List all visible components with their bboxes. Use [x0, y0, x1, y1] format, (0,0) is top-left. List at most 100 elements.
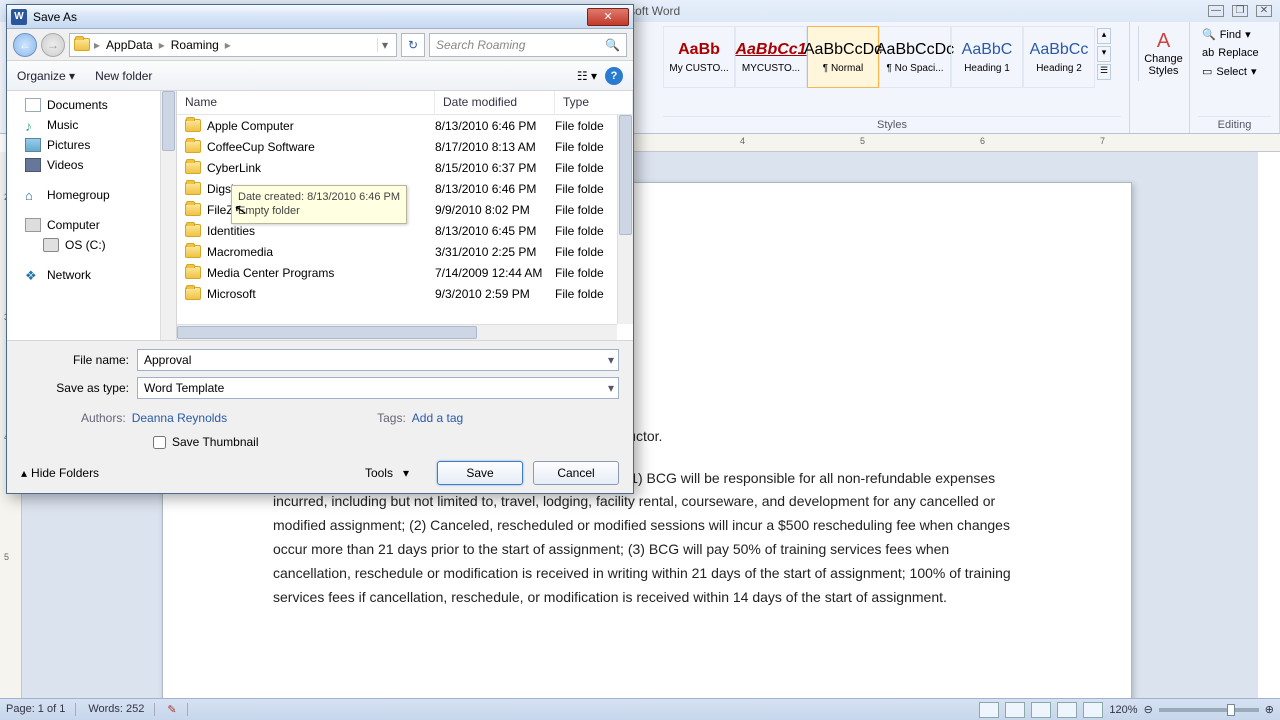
status-page[interactable]: Page: 1 of 1 [6, 703, 76, 716]
tree-item[interactable]: ♪Music [7, 115, 176, 135]
file-row[interactable]: CyberLink8/15/2010 6:37 PMFile folde [177, 157, 633, 178]
address-dropdown[interactable]: ▾ [377, 38, 392, 52]
refresh-button[interactable]: ↻ [401, 33, 425, 57]
folder-icon [74, 38, 90, 51]
editing-group-label: Editing [1198, 116, 1271, 131]
view-outline[interactable] [1057, 702, 1077, 718]
tags-value[interactable]: Add a tag [412, 411, 463, 425]
tree-item[interactable]: OS (C:) [7, 235, 176, 255]
file-row[interactable]: Media Center Programs7/14/2009 12:44 AMF… [177, 262, 633, 283]
tree-scrollbar[interactable] [160, 91, 176, 340]
view-draft[interactable] [1083, 702, 1103, 718]
nav-tree[interactable]: Documents♪MusicPicturesVideos ⌂Homegroup C… [7, 91, 177, 340]
proofing-icon[interactable]: ✎ [167, 703, 187, 716]
file-row[interactable]: CoffeeCup Software8/17/2010 8:13 AMFile … [177, 136, 633, 157]
save-as-dialog: W Save As ✕ ← → ▸ AppData ▸ Roaming ▸ ▾ … [6, 4, 634, 494]
nav-bar: ← → ▸ AppData ▸ Roaming ▸ ▾ ↻ Search Roa… [7, 29, 633, 61]
status-bar: Page: 1 of 1 Words: 252 ✎ 120% ⊖ ⊕ [0, 698, 1280, 720]
organize-button[interactable]: Organize ▾ [17, 69, 75, 83]
i-doc-icon [25, 98, 41, 112]
tags-label: Tags: [377, 411, 406, 425]
back-button[interactable]: ← [13, 33, 37, 57]
dialog-close-button[interactable]: ✕ [587, 8, 629, 26]
filename-dropdown-arrow[interactable]: ▾ [608, 353, 614, 367]
style-item[interactable]: AaBbCcDc¶ No Spaci... [879, 26, 951, 88]
col-name[interactable]: Name [177, 91, 435, 114]
style-item[interactable]: AaBbCHeading 1 [951, 26, 1023, 88]
tree-item[interactable]: Videos [7, 155, 176, 175]
style-item[interactable]: AaBbCc1MYCUSTO... [735, 26, 807, 88]
folder-tooltip: Date created: 8/13/2010 6:46 PM Empty fo… [231, 185, 407, 224]
search-placeholder: Search Roaming [436, 38, 525, 52]
cancel-button[interactable]: Cancel [533, 461, 619, 485]
tree-item[interactable]: Documents [7, 95, 176, 115]
status-words[interactable]: Words: 252 [88, 703, 155, 716]
styles-gallery[interactable]: AaBbMy CUSTO...AaBbCc1MYCUSTO...AaBbCcDc… [663, 26, 1121, 88]
breadcrumb-appdata[interactable]: AppData [104, 38, 155, 52]
filename-input[interactable]: Approval ▾ [137, 349, 619, 371]
col-date[interactable]: Date modified [435, 91, 555, 114]
word-window-controls: ― ❐ ✕ [1208, 5, 1272, 17]
file-list[interactable]: Apple Computer8/13/2010 6:46 PMFile fold… [177, 115, 633, 340]
restore-button[interactable]: ❐ [1232, 5, 1248, 17]
styles-more-button[interactable]: ▴▾☰ [1095, 26, 1113, 82]
new-folder-button[interactable]: New folder [95, 69, 152, 83]
select-button[interactable]: ▭Select ▾ [1198, 63, 1271, 80]
filelist-hscrollbar[interactable] [177, 324, 617, 340]
tree-item[interactable]: ⌂Homegroup [7, 185, 176, 205]
view-print-layout[interactable] [979, 702, 999, 718]
address-bar[interactable]: ▸ AppData ▸ Roaming ▸ ▾ [69, 33, 397, 57]
explorer-body: Documents♪MusicPicturesVideos⌂HomegroupC… [7, 91, 633, 340]
find-button[interactable]: 🔍Find ▾ [1198, 26, 1271, 43]
authors-label: Authors: [81, 411, 126, 425]
i-vid-icon [25, 158, 41, 172]
zoom-out-button[interactable]: ⊖ [1144, 703, 1153, 716]
minimize-button[interactable]: ― [1208, 5, 1224, 17]
close-button[interactable]: ✕ [1256, 5, 1272, 17]
filename-label: File name: [21, 353, 137, 367]
file-row[interactable]: Macromedia3/31/2010 2:25 PMFile folde [177, 241, 633, 262]
change-styles-button[interactable]: A Change Styles [1138, 26, 1188, 81]
dialog-titlebar[interactable]: W Save As ✕ [7, 5, 633, 29]
word-icon: W [11, 9, 27, 25]
forward-button[interactable]: → [41, 33, 65, 57]
tools-dropdown[interactable]: Tools ▾ [365, 466, 409, 480]
style-item[interactable]: AaBbMy CUSTO... [663, 26, 735, 88]
tree-item[interactable]: Pictures [7, 135, 176, 155]
folder-icon [185, 161, 201, 174]
file-pane: Name Date modified Type Apple Computer8/… [177, 91, 633, 340]
view-web-layout[interactable] [1031, 702, 1051, 718]
i-comp-icon [25, 218, 41, 232]
saveastype-dropdown-arrow[interactable]: ▾ [608, 381, 614, 395]
chevron-up-icon: ▴ [21, 466, 27, 480]
help-button[interactable]: ? [605, 67, 623, 85]
file-row[interactable]: Apple Computer8/13/2010 6:46 PMFile fold… [177, 115, 633, 136]
zoom-in-button[interactable]: ⊕ [1265, 703, 1274, 716]
search-box[interactable]: Search Roaming 🔍 [429, 33, 627, 57]
view-options-button[interactable]: ☷ ▾ [577, 69, 597, 83]
tree-item[interactable]: ❖Network [7, 265, 176, 285]
authors-value[interactable]: Deanna Reynolds [132, 411, 227, 425]
select-icon: ▭ [1202, 65, 1212, 78]
replace-button[interactable]: abReplace [1198, 45, 1271, 61]
view-full-screen[interactable] [1005, 702, 1025, 718]
folder-icon [185, 287, 201, 300]
column-headers[interactable]: Name Date modified Type [177, 91, 633, 115]
breadcrumb-roaming[interactable]: Roaming [169, 38, 221, 52]
i-pic-icon [25, 138, 41, 152]
replace-icon: ab [1202, 47, 1214, 59]
file-row[interactable]: Microsoft9/3/2010 2:59 PMFile folde [177, 283, 633, 304]
zoom-slider[interactable] [1159, 708, 1259, 712]
filelist-vscrollbar[interactable] [617, 115, 633, 324]
save-button[interactable]: Save [437, 461, 523, 485]
tree-item[interactable]: Computer [7, 215, 176, 235]
explorer-toolbar: Organize ▾ New folder ☷ ▾ ? [7, 61, 633, 91]
style-item[interactable]: AaBbCcHeading 2 [1023, 26, 1095, 88]
saveastype-select[interactable]: Word Template ▾ [137, 377, 619, 399]
dialog-title: Save As [33, 10, 77, 24]
hide-folders-button[interactable]: ▴ Hide Folders [21, 466, 99, 480]
zoom-level[interactable]: 120% [1109, 704, 1137, 716]
save-thumbnail-checkbox[interactable] [153, 436, 166, 449]
style-item[interactable]: AaBbCcDc¶ Normal [807, 26, 879, 88]
col-type[interactable]: Type [555, 91, 633, 114]
